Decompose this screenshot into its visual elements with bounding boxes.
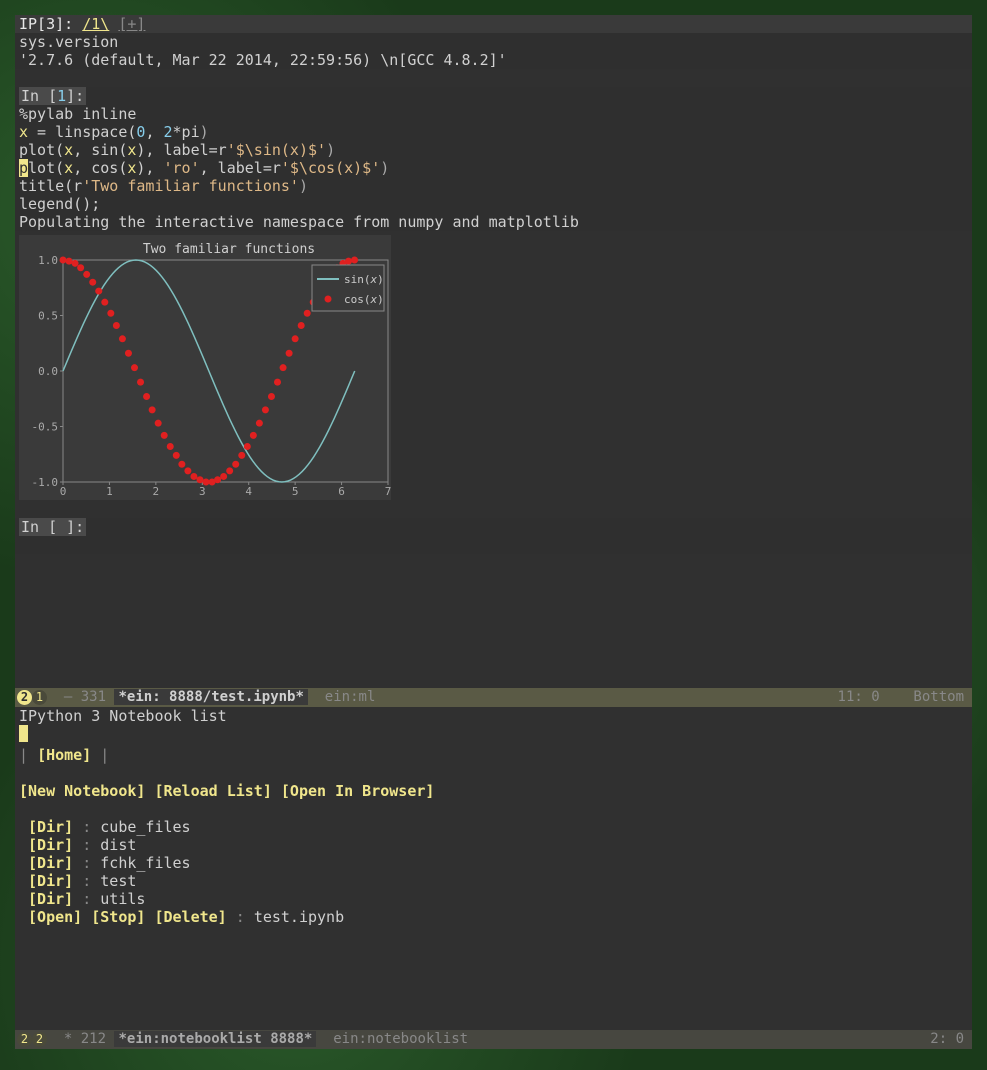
plus-link[interactable]: [+] bbox=[118, 15, 145, 33]
svg-text:7: 7 bbox=[385, 485, 391, 498]
legend-cos: cos(x) bbox=[344, 293, 384, 306]
notebook-name[interactable]: test.ipynb bbox=[254, 908, 344, 926]
dir-row: [Dir] : test bbox=[19, 872, 968, 890]
buffer-name: *ein:notebooklist 8888* bbox=[114, 1031, 316, 1047]
svg-text:1: 1 bbox=[106, 485, 113, 498]
chart-svg: Two familiar functions -1.0 -0.5 0.0 0.5 1.0… bbox=[19, 235, 391, 500]
output-line: sys.version bbox=[19, 33, 968, 51]
badge-window: 2 bbox=[17, 1032, 32, 1047]
chart-output: Two familiar functions -1.0 -0.5 0.0 0.5 1.0… bbox=[19, 235, 391, 500]
dir-link[interactable]: [Dir] bbox=[28, 854, 73, 872]
code-line[interactable]: legend(); bbox=[19, 195, 968, 213]
cell-2[interactable]: In [ ]: bbox=[15, 518, 972, 554]
notebook-panel: IP[3]: /1\ [+] sys.version '2.7.6 (defau… bbox=[15, 15, 972, 688]
code-line[interactable]: title(r'Two familiar functions') bbox=[19, 177, 968, 195]
notebook-row: [Open] [Stop] [Delete] : test.ipynb bbox=[19, 908, 968, 926]
code-line[interactable]: %pylab inline bbox=[19, 105, 968, 123]
dir-link[interactable]: [Dir] bbox=[28, 872, 73, 890]
sin-line bbox=[63, 260, 355, 482]
chart-title: Two familiar functions bbox=[143, 242, 315, 257]
svg-text:0.5: 0.5 bbox=[38, 310, 58, 323]
dir-row: [Dir] : dist bbox=[19, 836, 968, 854]
dir-name[interactable]: dist bbox=[100, 836, 136, 854]
badge-window: 2 bbox=[17, 690, 32, 705]
buffer-name: *ein: 8888/test.ipynb* bbox=[114, 689, 307, 705]
dir-name[interactable]: test bbox=[100, 872, 136, 890]
output-line: Populating the interactive namespace fro… bbox=[19, 213, 968, 231]
dir-name[interactable]: cube_files bbox=[100, 818, 190, 836]
svg-text:5: 5 bbox=[292, 485, 299, 498]
dir-link[interactable]: [Dir] bbox=[28, 818, 73, 836]
mode-line-bottom: 22 * 212 *ein:notebooklist 8888* ein:not… bbox=[15, 1030, 972, 1049]
svg-text:-1.0: -1.0 bbox=[32, 476, 59, 489]
nblist-title: IPython 3 Notebook list bbox=[19, 707, 968, 725]
nblist-breadcrumb: | [Home] | bbox=[19, 746, 968, 764]
stop-button[interactable]: [Stop] bbox=[91, 908, 145, 926]
delete-button[interactable]: [Delete] bbox=[154, 908, 226, 926]
in-prompt: In [1]: bbox=[19, 87, 86, 105]
dir-row: [Dir] : utils bbox=[19, 890, 968, 908]
nblist-actions: [New Notebook] [Reload List] [Open In Br… bbox=[19, 782, 968, 800]
dir-name[interactable]: utils bbox=[100, 890, 145, 908]
ip-label: IP[3]: bbox=[19, 15, 73, 33]
notebooklist-panel: IPython 3 Notebook list | [Home] | [New … bbox=[15, 707, 972, 1030]
svg-text:1.0: 1.0 bbox=[38, 254, 58, 267]
svg-text:6: 6 bbox=[338, 485, 345, 498]
cursor: p bbox=[19, 159, 28, 177]
dir-link[interactable]: [Dir] bbox=[28, 890, 73, 908]
cell-0-output: sys.version '2.7.6 (default, Mar 22 2014… bbox=[15, 33, 972, 69]
reload-list-button[interactable]: [Reload List] bbox=[154, 782, 271, 800]
dir-row: [Dir] : cube_files bbox=[19, 818, 968, 836]
output-line: '2.7.6 (default, Mar 22 2014, 22:59:56) … bbox=[19, 51, 968, 69]
count-indicator[interactable]: /1\ bbox=[82, 15, 109, 33]
code-line[interactable]: x = linspace(0, 2*pi) bbox=[19, 123, 968, 141]
code-line[interactable]: plot(x, cos(x), 'ro', label=r'$\cos(x)$'… bbox=[19, 159, 968, 177]
cell-1[interactable]: In [1]: %pylab inline x = linspace(0, 2*… bbox=[15, 87, 972, 231]
badge-buffer: 1 bbox=[32, 690, 47, 705]
dir-row: [Dir] : fchk_files bbox=[19, 854, 968, 872]
svg-text:0.0: 0.0 bbox=[38, 365, 58, 378]
header-line: IP[3]: /1\ [+] bbox=[15, 15, 972, 33]
new-notebook-button[interactable]: [New Notebook] bbox=[19, 782, 145, 800]
svg-text:0: 0 bbox=[60, 485, 67, 498]
svg-text:3: 3 bbox=[199, 485, 206, 498]
cursor bbox=[19, 725, 28, 742]
in-prompt-empty: In [ ]: bbox=[19, 518, 86, 536]
svg-text:4: 4 bbox=[245, 485, 252, 498]
home-link[interactable]: [Home] bbox=[37, 746, 91, 764]
legend-sin: sin(x) bbox=[344, 273, 384, 286]
dir-name[interactable]: fchk_files bbox=[100, 854, 190, 872]
dir-link[interactable]: [Dir] bbox=[28, 836, 73, 854]
badge-buffer: 2 bbox=[32, 1032, 47, 1047]
svg-text:2: 2 bbox=[153, 485, 160, 498]
open-button[interactable]: [Open] bbox=[28, 908, 82, 926]
open-browser-button[interactable]: [Open In Browser] bbox=[281, 782, 435, 800]
svg-text:-0.5: -0.5 bbox=[32, 421, 59, 434]
mode-line-top: 21 — 331 *ein: 8888/test.ipynb* ein:ml 1… bbox=[15, 688, 972, 707]
code-line[interactable]: plot(x, sin(x), label=r'$\sin(x)$') bbox=[19, 141, 968, 159]
